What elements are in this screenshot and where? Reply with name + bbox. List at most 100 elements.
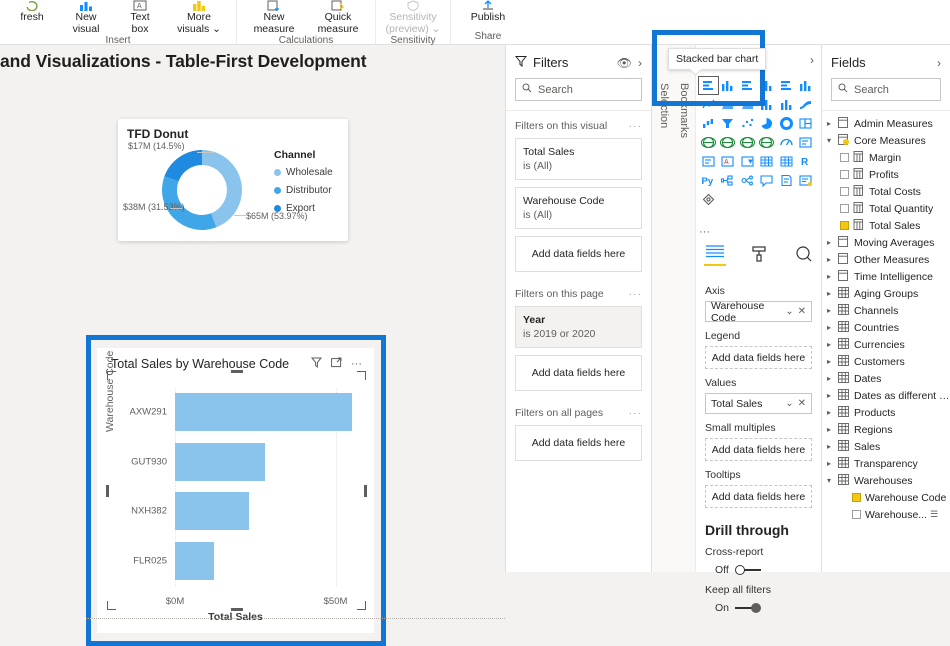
chevron-down-icon[interactable]: ▾ — [827, 476, 838, 485]
chevron-right-icon[interactable]: ▸ — [827, 238, 838, 247]
field-checkbox[interactable] — [840, 221, 849, 230]
qna-visual-icon[interactable] — [758, 172, 777, 189]
bar-visual[interactable]: Total Sales by Warehouse Code ··· Wareho… — [97, 348, 374, 633]
field-tree-item[interactable]: Profits — [822, 166, 950, 183]
remove-field-icon[interactable]: ✕ — [798, 398, 806, 409]
well-dropzone[interactable]: Add data fields here — [705, 438, 812, 461]
field-checkbox[interactable] — [840, 170, 849, 179]
bar-rect[interactable] — [175, 392, 352, 431]
bar-item[interactable]: GUT930 — [131, 442, 265, 481]
format-tab[interactable] — [748, 245, 770, 266]
ribbon-chart-icon[interactable] — [797, 96, 816, 113]
hundred-percent-stacked-column-chart-icon[interactable] — [797, 77, 816, 94]
table-icon[interactable] — [758, 153, 777, 170]
bar-rect[interactable] — [175, 542, 214, 581]
field-tree-item[interactable]: ▸ Regions — [822, 421, 950, 438]
r-script-visual-icon[interactable]: R — [797, 153, 816, 170]
filters-search-input[interactable]: Search — [515, 78, 642, 101]
resize-handle-right[interactable] — [364, 484, 367, 497]
donut-chart-icon[interactable] — [777, 115, 796, 132]
well-dropzone[interactable]: Add data fields here — [705, 485, 812, 508]
scatter-chart-icon[interactable] — [738, 115, 757, 132]
cross-report-toggle-row[interactable]: Off — [715, 564, 812, 576]
chevron-right-icon[interactable]: ▸ — [827, 408, 838, 417]
chevron-right-icon[interactable]: ▸ — [827, 459, 838, 468]
filled-map-icon[interactable] — [719, 134, 738, 151]
map-icon[interactable] — [699, 134, 718, 151]
field-tree-item[interactable]: Total Costs — [822, 183, 950, 200]
field-checkbox[interactable] — [840, 204, 849, 213]
collapse-filters-chevron-icon[interactable]: › — [638, 56, 642, 70]
pie-chart-icon[interactable] — [758, 115, 777, 132]
field-tree-item[interactable]: ▸ Channels — [822, 302, 950, 319]
well-dropzone[interactable]: Add data fields here — [705, 346, 812, 369]
bar-rect[interactable] — [175, 442, 265, 481]
field-tree-item[interactable]: ▸ Customers — [822, 353, 950, 370]
filter-section-more-icon[interactable]: ··· — [629, 288, 643, 300]
gauge-icon[interactable] — [777, 134, 796, 151]
slicer-icon[interactable] — [738, 153, 757, 170]
field-tree-item[interactable]: ▸ Countries — [822, 319, 950, 336]
field-tree-item[interactable]: Warehouse Code — [822, 489, 950, 506]
field-tree-item[interactable]: ▸ Transparency — [822, 455, 950, 472]
ribbon-button-text-box[interactable]: A Text box — [114, 0, 166, 35]
funnel-chart-icon[interactable] — [719, 115, 738, 132]
field-tree-item[interactable]: ▸ Products — [822, 404, 950, 421]
chevron-right-icon[interactable]: ▸ — [827, 306, 838, 315]
bar-item[interactable]: AXW291 — [130, 392, 352, 431]
field-tree-item[interactable]: ▸ Dates as different Datat... — [822, 387, 950, 404]
resize-handle-bottom-left[interactable] — [107, 601, 116, 610]
ribbon-button-publish[interactable]: Publish — [457, 0, 519, 24]
remove-field-icon[interactable]: ✕ — [798, 306, 806, 317]
resize-handle-bottom-right[interactable] — [357, 601, 366, 610]
donut-legend-item[interactable]: Wholesale — [274, 167, 333, 178]
chevron-down-icon[interactable]: ⌄ — [785, 398, 793, 409]
kpi-icon[interactable]: A — [719, 153, 738, 170]
analytics-tab[interactable] — [793, 245, 815, 266]
resize-handle-left[interactable] — [106, 484, 109, 497]
field-tree-item[interactable]: ▸ Time Intelligence — [822, 268, 950, 285]
keep-all-filters-toggle[interactable] — [735, 602, 762, 614]
filter-section-more-icon[interactable]: ··· — [629, 120, 643, 132]
field-checkbox[interactable] — [852, 510, 861, 519]
chevron-right-icon[interactable]: ▸ — [827, 442, 838, 451]
collapse-fields-chevron-icon[interactable]: › — [937, 56, 941, 70]
report-canvas[interactable]: TFD Donut $17M (14.5%) $38M (31.53%) $65… — [0, 77, 505, 646]
ribbon-button-quick-measure[interactable]: Quick measure — [307, 0, 369, 35]
matrix-icon[interactable] — [777, 153, 796, 170]
key-influencers-icon[interactable] — [738, 172, 757, 189]
focus-mode-icon[interactable] — [331, 357, 342, 371]
ribbon-button-refresh[interactable]: fresh — [6, 0, 58, 24]
field-tree-item[interactable]: Margin — [822, 149, 950, 166]
chevron-right-icon[interactable]: ▸ — [827, 272, 838, 281]
chevron-down-icon[interactable]: ⌄ — [785, 306, 793, 317]
ribbon-button-new-measure[interactable]: New measure — [243, 0, 305, 35]
shape-map-icon[interactable] — [738, 134, 757, 151]
field-tree-item[interactable]: ▸ Moving Averages — [822, 234, 950, 251]
bar-rect[interactable] — [175, 492, 249, 531]
filter-dropzone[interactable]: Add data fields here — [515, 355, 642, 391]
fields-tab[interactable] — [704, 243, 727, 266]
ribbon-button-more-visuals[interactable]: More visuals ⌄ — [168, 0, 230, 35]
chevron-right-icon[interactable]: ▸ — [827, 357, 838, 366]
field-tree-item[interactable]: ▸ Other Measures — [822, 251, 950, 268]
fields-tree[interactable]: ▸ Admin Measures ▾ Core Measures Margin Profi… — [822, 111, 950, 523]
resize-handle-top-right[interactable] — [357, 371, 366, 380]
arcgis-map-icon[interactable] — [758, 134, 777, 151]
donut-legend-item[interactable]: Distributor — [274, 185, 333, 196]
chevron-right-icon[interactable]: ▸ — [827, 425, 838, 434]
resize-handle-top[interactable] — [230, 370, 243, 373]
field-tree-item[interactable]: Total Sales — [822, 217, 950, 234]
more-options-icon[interactable]: ··· — [351, 358, 362, 370]
card-icon[interactable] — [797, 134, 816, 151]
chevron-right-icon[interactable]: ▸ — [827, 391, 838, 400]
field-tree-item[interactable]: ▸ Dates — [822, 370, 950, 387]
chevron-right-icon[interactable]: ▸ — [827, 374, 838, 383]
bar-item[interactable]: FLR025 — [133, 542, 214, 581]
field-tree-item[interactable]: Total Quantity — [822, 200, 950, 217]
well-field-chip[interactable]: Warehouse Code ⌄ ✕ — [705, 300, 812, 324]
chevron-right-icon[interactable]: ▸ — [827, 119, 838, 128]
get-more-visuals-icon[interactable] — [699, 191, 718, 208]
chevron-right-icon[interactable]: ▸ — [827, 255, 838, 264]
field-tree-item[interactable]: ▸ Currencies — [822, 336, 950, 353]
